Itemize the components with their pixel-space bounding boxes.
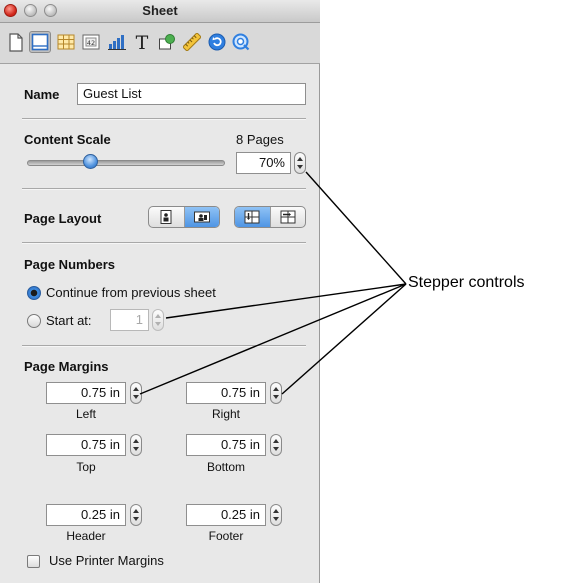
stepper-controls-annotation: Stepper controls xyxy=(408,274,525,291)
